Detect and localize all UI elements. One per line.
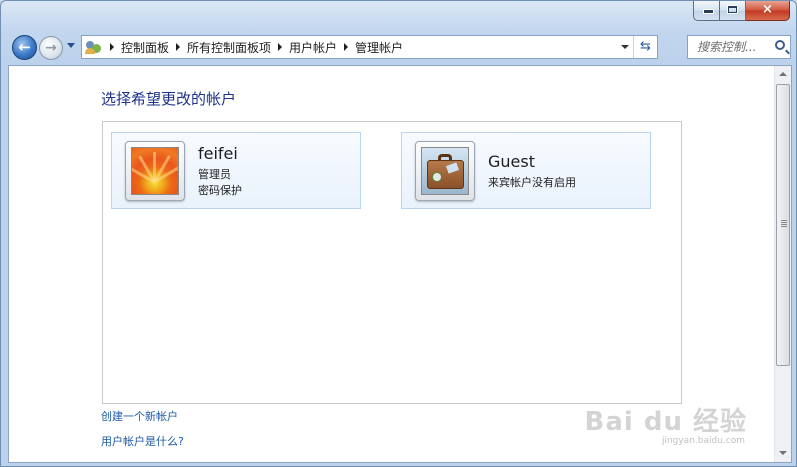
arrow-right-icon: → [45, 40, 57, 56]
maximize-icon [727, 5, 738, 14]
control-panel-users-icon [85, 39, 103, 55]
accounts-panel: feifei 管理员 密码保护 Guest 来宾帐户没有启用 [102, 121, 682, 404]
watermark: Bai du 经验 [584, 407, 747, 437]
account-name: feifei [198, 144, 238, 163]
avatar [125, 141, 185, 201]
account-tile-guest[interactable]: Guest 来宾帐户没有启用 [401, 132, 651, 209]
caption-buttons: × [693, 1, 790, 21]
account-role: 管理员 [198, 168, 231, 181]
page-title: 选择希望更改的帐户 [101, 90, 237, 108]
account-status: 来宾帐户没有启用 [488, 176, 576, 189]
navigation-bar: ← → 控制面板 所有控制面板项 用户帐户 管理帐户 ⇆ [9, 33, 792, 61]
account-status: 密码保护 [198, 184, 242, 197]
account-tile-feifei[interactable]: feifei 管理员 密码保护 [111, 132, 361, 209]
what-is-account-link[interactable]: 用户帐户是什么? [101, 433, 184, 449]
window-frame: × ← → 控制面板 所有控制面板项 用户帐户 管理帐户 ⇆ 选择希望更改的帐户 [0, 0, 797, 467]
scroll-down-icon[interactable] [775, 445, 791, 462]
search-input[interactable] [688, 36, 768, 58]
search-icon[interactable] [775, 40, 785, 50]
refresh-icon[interactable]: ⇆ [633, 36, 657, 58]
breadcrumb-all-items[interactable]: 所有控制面板项 [187, 39, 271, 56]
breadcrumb-separator-icon[interactable] [278, 43, 283, 51]
recent-pages-dropdown[interactable] [67, 43, 75, 48]
scroll-thumb[interactable] [776, 84, 790, 366]
close-button[interactable]: × [746, 1, 790, 21]
close-icon: × [762, 2, 773, 17]
account-name: Guest [488, 152, 535, 171]
breadcrumb-separator-icon[interactable] [176, 43, 181, 51]
vertical-scrollbar[interactable] [774, 66, 791, 462]
breadcrumb-control-panel[interactable]: 控制面板 [121, 39, 169, 56]
breadcrumb-separator-icon[interactable] [344, 43, 349, 51]
minimize-button[interactable] [693, 1, 720, 21]
content-area: 选择希望更改的帐户 feifei 管理员 密码保护 Guest 来宾帐户没有启用… [8, 65, 792, 463]
suitcase-picture-icon [421, 147, 469, 195]
address-history-dropdown[interactable] [621, 45, 629, 49]
create-account-link[interactable]: 创建一个新帐户 [101, 408, 178, 424]
back-button[interactable]: ← [12, 35, 37, 60]
grip-icon [781, 220, 787, 221]
address-bar[interactable]: 控制面板 所有控制面板项 用户帐户 管理帐户 ⇆ [81, 35, 658, 59]
arrow-left-icon: ← [18, 38, 31, 56]
forward-button[interactable]: → [39, 36, 63, 60]
flower-picture-icon [131, 147, 179, 195]
breadcrumb-manage-accounts[interactable]: 管理帐户 [355, 39, 403, 56]
watermark-url: jingyan.baidu.com [661, 436, 745, 446]
avatar [415, 141, 475, 201]
breadcrumb-separator-icon[interactable] [110, 43, 114, 51]
minimize-icon [703, 9, 714, 14]
breadcrumb-user-accounts[interactable]: 用户帐户 [289, 39, 337, 56]
scroll-up-icon[interactable] [775, 66, 791, 83]
maximize-button[interactable] [720, 1, 746, 21]
search-box[interactable] [687, 35, 791, 59]
